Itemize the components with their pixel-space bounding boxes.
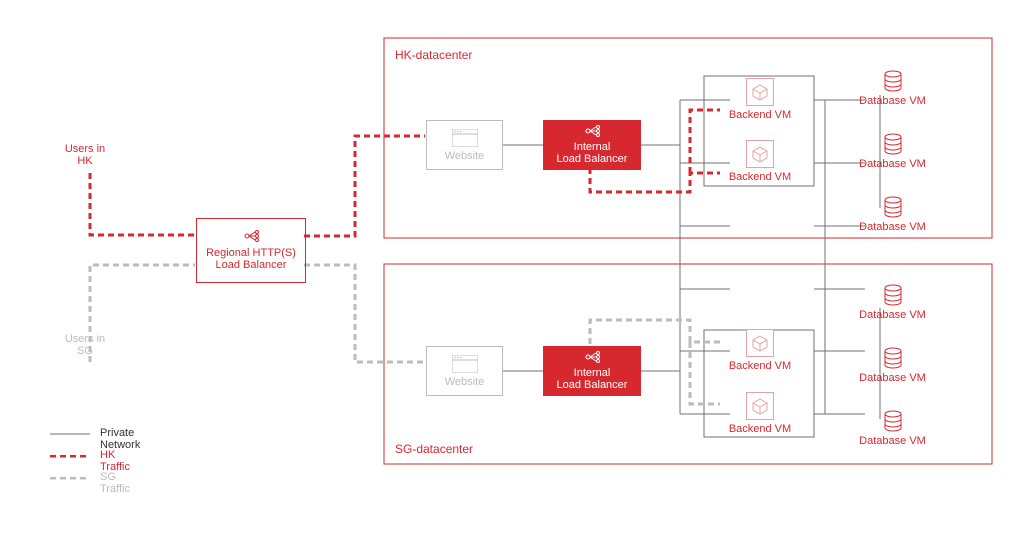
backend-vm-sg-1: Backend VM (720, 329, 800, 372)
text: Users in SG (65, 333, 105, 357)
legend-sg: SG Traffic (100, 471, 130, 495)
text: Regional HTTP(S) Load Balancer (206, 247, 296, 271)
cube-icon (751, 83, 769, 101)
website-sg: Website (426, 346, 503, 396)
browser-window-icon (452, 355, 478, 373)
text: Database VM (859, 158, 926, 170)
text: Database VM (859, 95, 926, 107)
text: Backend VM (729, 423, 791, 435)
database-vm-sg-2: Database VM (850, 347, 935, 384)
database-icon (883, 284, 903, 306)
cube-icon (751, 334, 769, 352)
database-vm-sg-3: Database VM (850, 410, 935, 447)
regional-load-balancer: Regional HTTP(S) Load Balancer (196, 218, 306, 283)
database-icon (883, 347, 903, 369)
text: Backend VM (729, 171, 791, 183)
database-vm-hk-1: Database VM (850, 70, 935, 107)
backend-vm-hk-1: Backend VM (720, 78, 800, 121)
website-hk: Website (426, 120, 503, 170)
database-vm-hk-3: Database VM (850, 196, 935, 233)
text: Backend VM (729, 109, 791, 121)
text: Database VM (859, 221, 926, 233)
users-hk-label: Users in HK (40, 143, 130, 167)
database-vm-hk-2: Database VM (850, 133, 935, 170)
text: Website (445, 376, 485, 388)
users-sg-label: Users in SG (40, 333, 130, 357)
database-icon (883, 70, 903, 92)
load-balancer-icon (583, 125, 601, 138)
backend-vm-hk-2: Backend VM (720, 140, 800, 183)
text: Database VM (859, 309, 926, 321)
text: Database VM (859, 372, 926, 384)
legend-hk: HK Traffic (100, 449, 130, 473)
legend-private: Private Network (100, 427, 140, 451)
text: Backend VM (729, 360, 791, 372)
text: Database VM (859, 435, 926, 447)
sg-datacenter-label: SG-datacenter (395, 442, 473, 456)
internal-lb-hk: Internal Load Balancer (543, 120, 641, 170)
text: Internal Load Balancer (557, 141, 628, 165)
database-icon (883, 133, 903, 155)
load-balancer-icon (583, 351, 601, 364)
backend-vm-sg-2: Backend VM (720, 392, 800, 435)
load-balancer-icon (242, 230, 260, 243)
text: Users in HK (65, 143, 105, 167)
text: Website (445, 150, 485, 162)
database-vm-sg-1: Database VM (850, 284, 935, 321)
cube-icon (751, 397, 769, 415)
hk-datacenter-label: HK-datacenter (395, 48, 472, 62)
internal-lb-sg: Internal Load Balancer (543, 346, 641, 396)
browser-window-icon (452, 129, 478, 147)
text: Internal Load Balancer (557, 367, 628, 391)
cube-icon (751, 145, 769, 163)
database-icon (883, 410, 903, 432)
database-icon (883, 196, 903, 218)
